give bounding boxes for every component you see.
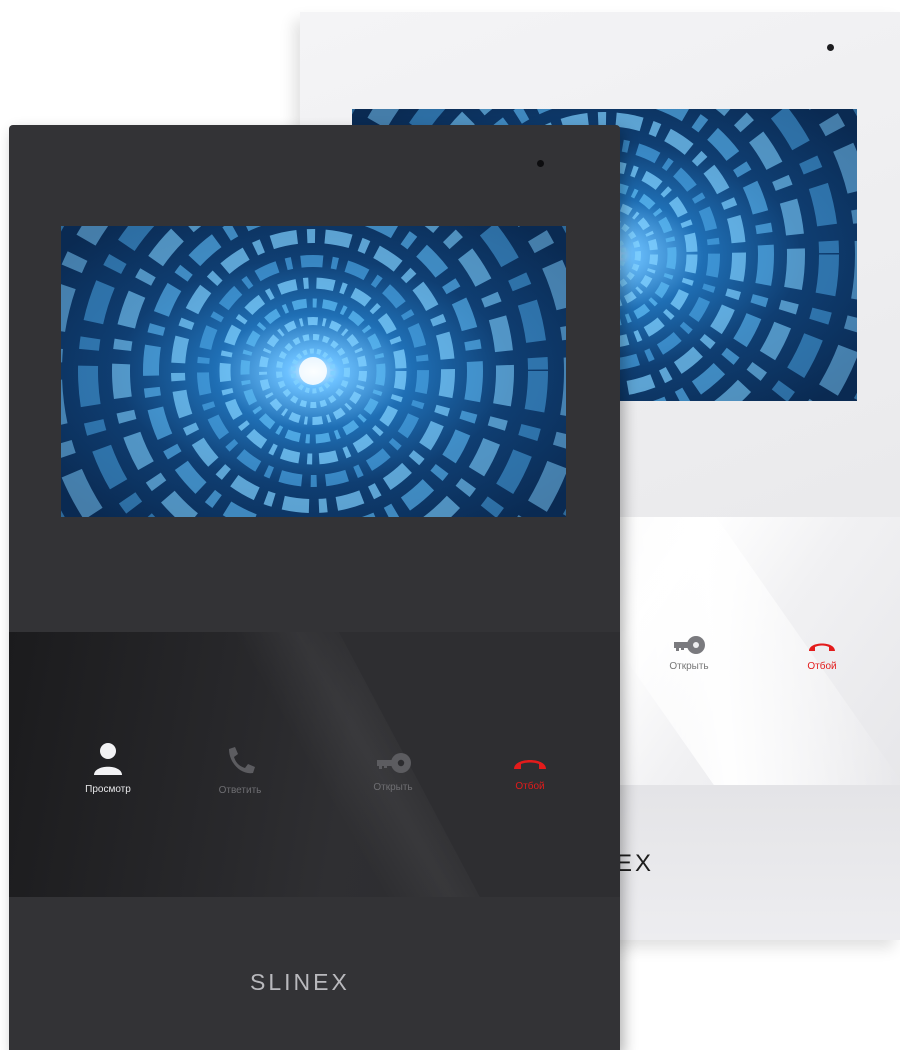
button-label: Отбой: [515, 781, 545, 792]
phone-icon: [185, 745, 295, 777]
key-icon: [634, 635, 744, 655]
hangup-button[interactable]: Отбой: [475, 753, 585, 792]
view-button[interactable]: Просмотр: [53, 742, 163, 795]
button-label: Отбой: [807, 661, 837, 672]
answer-button[interactable]: Ответить: [185, 745, 295, 796]
camera-lens: [827, 44, 834, 51]
hangup-icon: [767, 637, 877, 655]
hangup-icon: [475, 753, 585, 773]
person-icon: [53, 742, 163, 776]
button-label: Просмотр: [85, 784, 131, 795]
open-door-button[interactable]: Открыть: [634, 635, 744, 672]
button-label: Ответить: [218, 785, 262, 796]
brand-logo: SLINEX: [250, 969, 350, 995]
button-label: Открыть: [669, 661, 709, 672]
hangup-button[interactable]: Отбой: [767, 637, 877, 672]
open-door-button[interactable]: Открыть: [338, 752, 448, 793]
key-icon: [338, 752, 448, 774]
brand-logo: EX: [616, 850, 655, 877]
button-label: Открыть: [373, 782, 413, 793]
camera-lens: [537, 160, 544, 167]
display-screen: [61, 226, 566, 517]
black-intercom-device: Просмотр Ответить Открыть Отбой SLINEX: [9, 125, 620, 1050]
